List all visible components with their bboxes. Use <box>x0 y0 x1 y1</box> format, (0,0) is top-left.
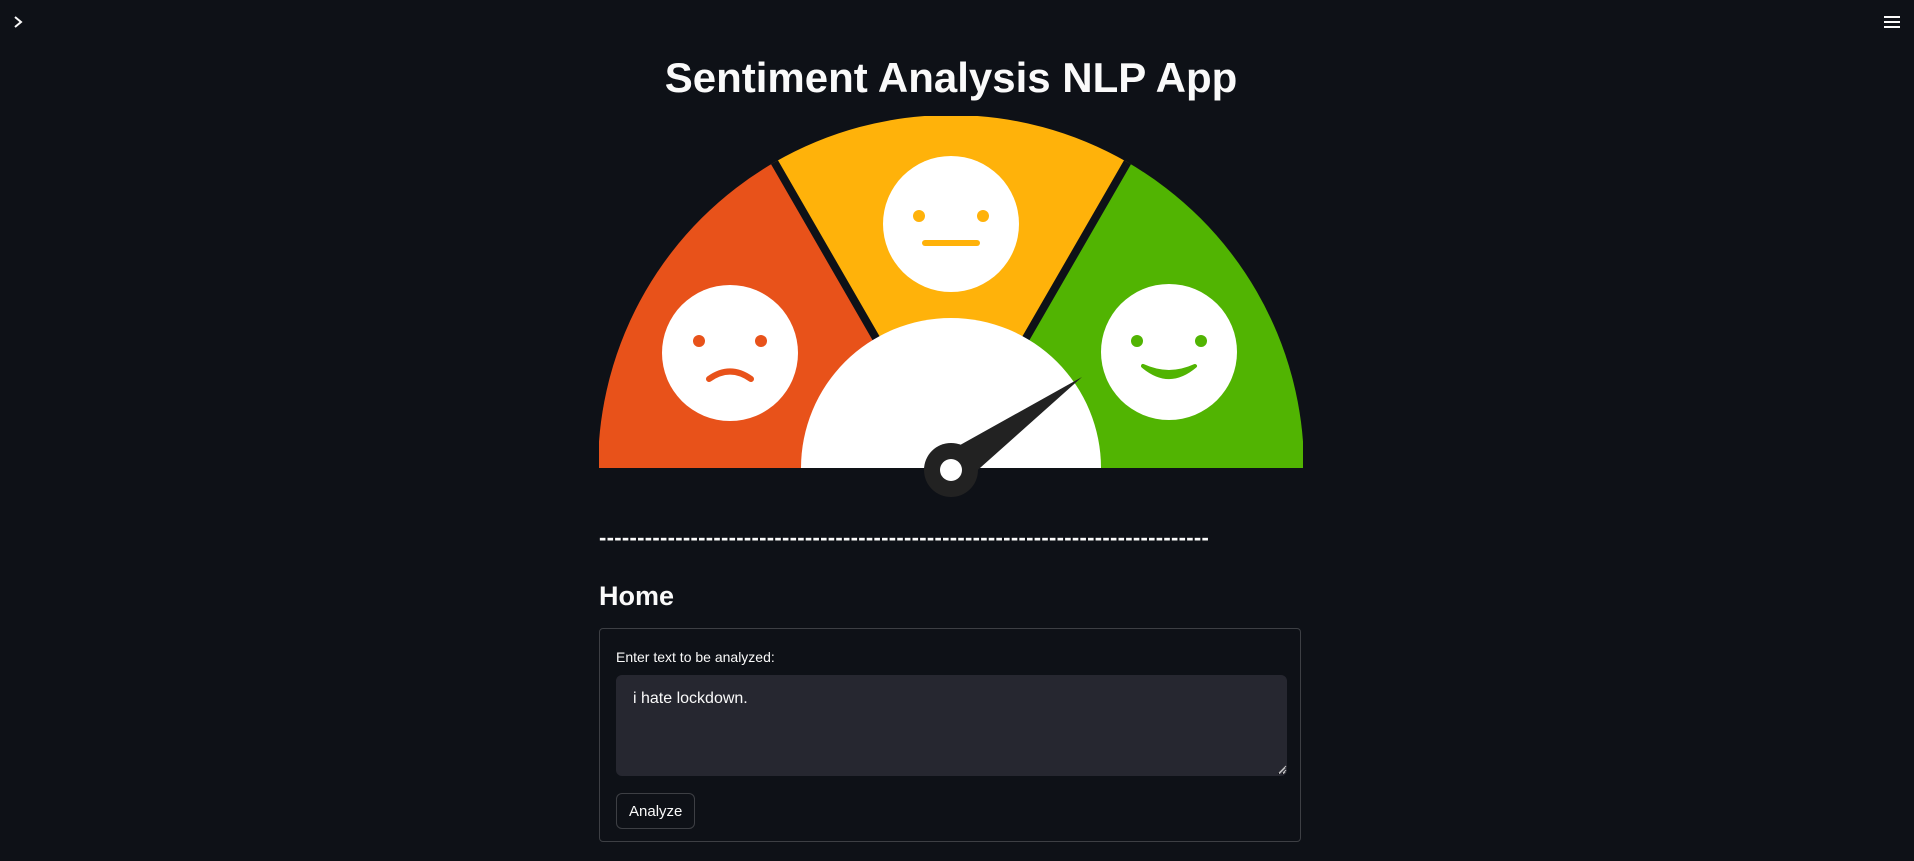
analyze-form: Enter text to be analyzed: i hate lockdo… <box>599 628 1301 842</box>
neutral-face-icon <box>883 156 1019 292</box>
happy-face-icon <box>1101 284 1237 420</box>
app-root: Sentiment Analysis NLP App -------------… <box>0 0 1914 861</box>
page-title: Sentiment Analysis NLP App <box>664 54 1238 101</box>
resize-handle-icon[interactable] <box>1277 764 1287 774</box>
analyze-button[interactable]: Analyze <box>616 793 696 829</box>
sad-face-icon <box>662 285 798 421</box>
main-menu-button[interactable] <box>1880 11 1904 33</box>
text-input-label: Enter text to be analyzed: <box>616 649 775 665</box>
text-input-area[interactable]: i hate lockdown. <box>616 675 1287 776</box>
divider-line: ----------------------------------------… <box>599 525 1210 550</box>
section-heading-home: Home <box>599 581 675 611</box>
sidebar-toggle-button[interactable] <box>8 12 28 32</box>
sentiment-gauge-image <box>599 116 1303 497</box>
chevron-right-icon <box>14 16 23 28</box>
hamburger-menu-icon <box>1884 16 1900 28</box>
